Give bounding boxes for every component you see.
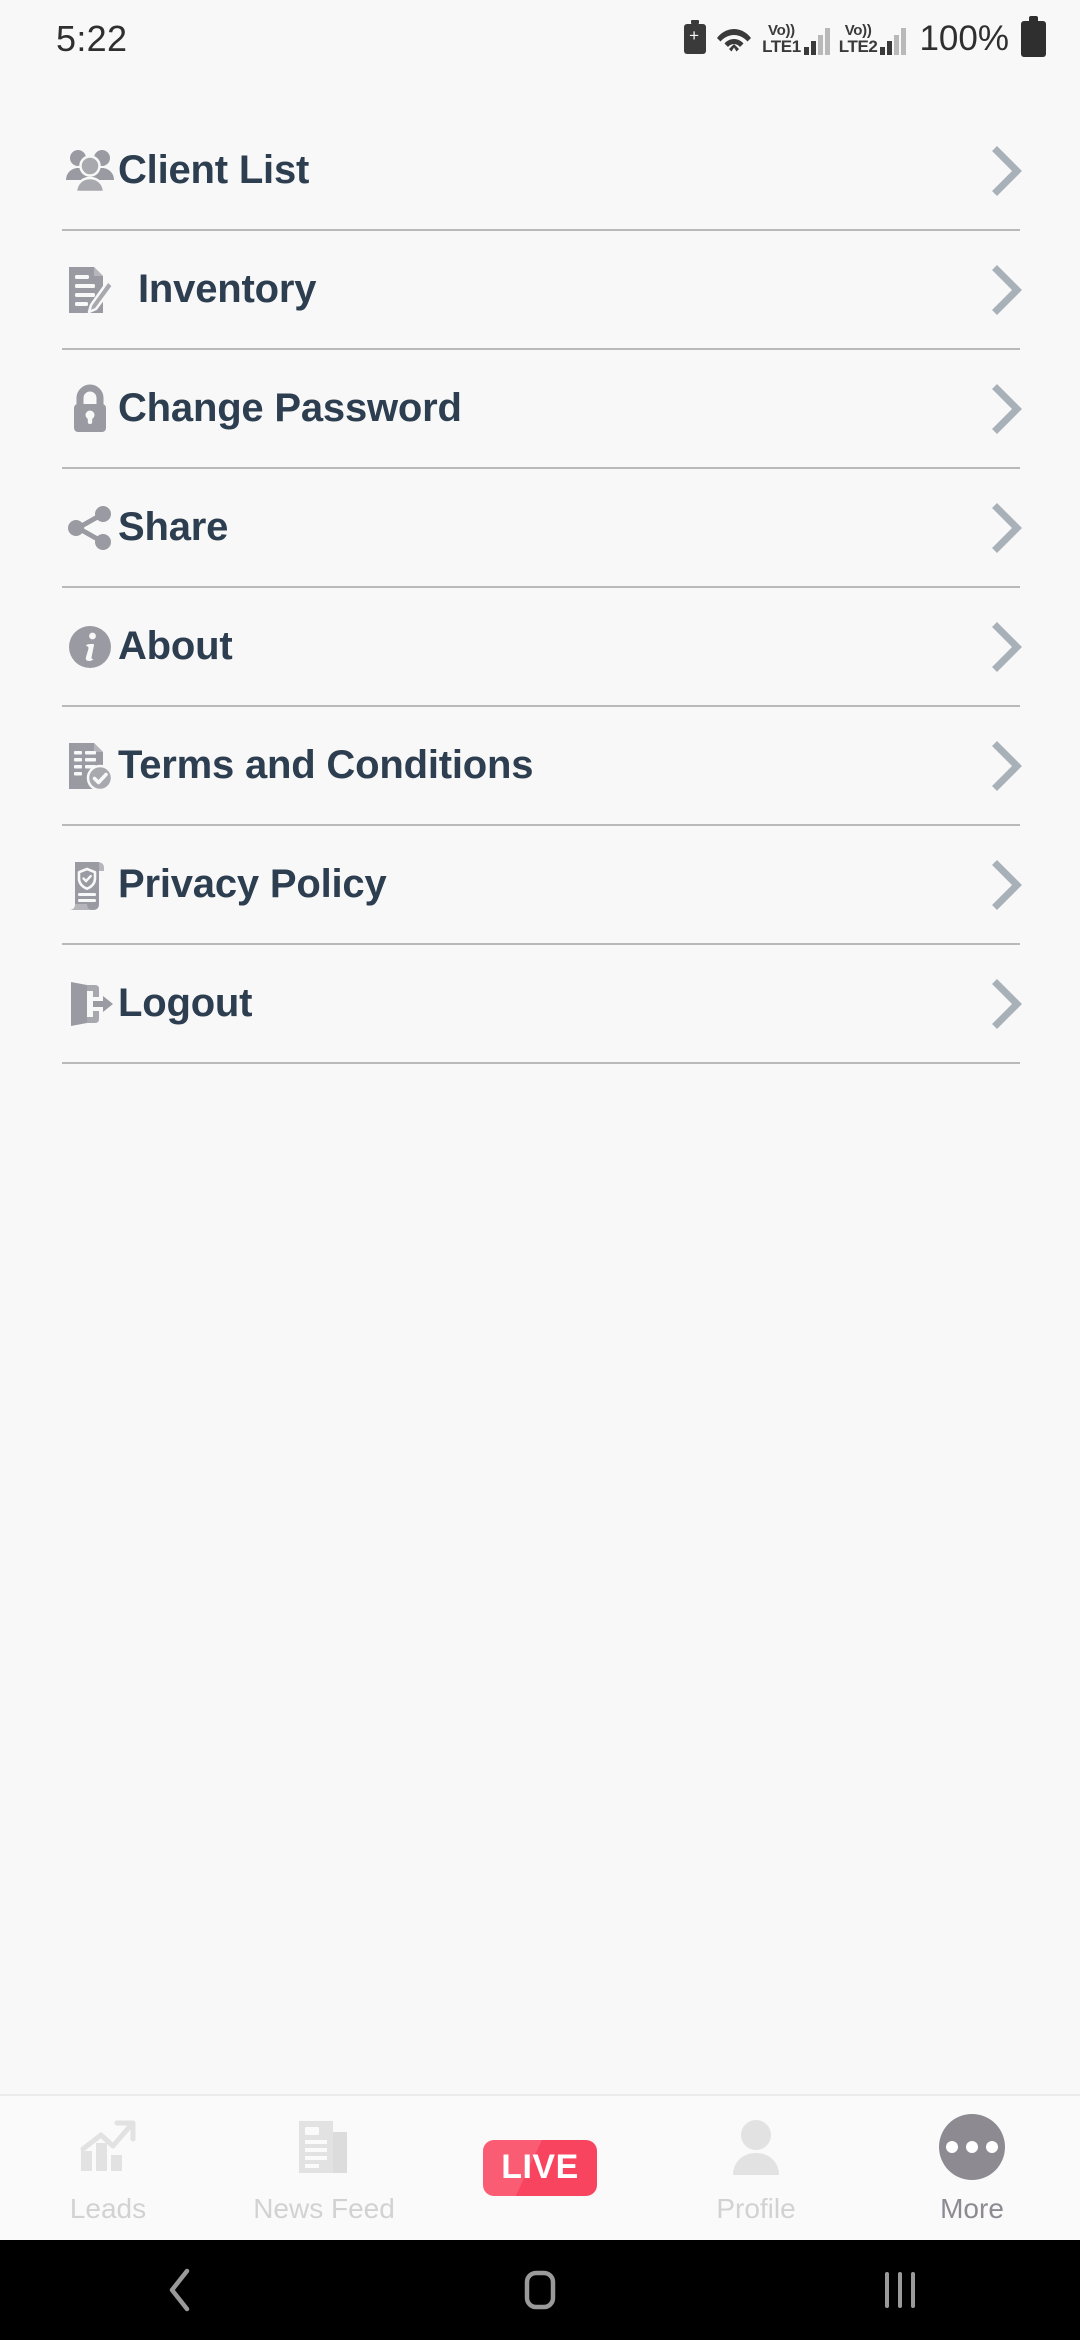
menu-item-label: About	[118, 624, 233, 668]
menu-item-terms-and-conditions[interactable]: Terms and Conditions	[0, 707, 1080, 824]
chevron-right-icon	[980, 145, 1024, 196]
phone-screen: 5:22 Vo)) LTE1 Vo)) LTE2	[0, 0, 1080, 2340]
chevron-right-icon	[980, 502, 1024, 553]
wifi-icon	[715, 23, 753, 55]
tab-label: Leads	[69, 2193, 147, 2224]
menu-item-label: Privacy Policy	[118, 862, 387, 906]
chevron-right-icon	[980, 383, 1024, 434]
chevron-right-icon	[980, 978, 1024, 1029]
menu-item-label: Terms and Conditions	[118, 743, 534, 787]
battery-icon	[1021, 16, 1046, 57]
chevron-right-icon	[980, 859, 1024, 910]
recents-icon[interactable]	[720, 2272, 1080, 2308]
privacy-scroll-icon	[62, 858, 118, 912]
ellipsis-circle-shape	[939, 2114, 1005, 2180]
tab-live[interactable]: LIVE	[432, 2132, 648, 2204]
menu-item-label: Change Password	[118, 386, 462, 430]
ellipsis-circle-icon	[939, 2111, 1005, 2183]
share-nodes-icon	[62, 504, 118, 552]
sim1-bars-icon	[803, 27, 830, 55]
menu-item-share[interactable]: Share	[0, 469, 1080, 586]
tab-news-feed[interactable]: News Feed	[216, 2111, 432, 2225]
menu-item-about[interactable]: About	[0, 588, 1080, 705]
lock-icon	[62, 383, 118, 435]
newspaper-icon	[293, 2111, 355, 2183]
logout-door-icon	[62, 978, 118, 1030]
document-check-icon	[62, 740, 118, 792]
battery-saver-icon	[684, 20, 707, 54]
menu-item-label: Inventory	[138, 267, 317, 311]
chevron-right-icon	[980, 264, 1024, 315]
users-group-icon	[62, 147, 118, 195]
sim2-bars-icon	[880, 27, 907, 55]
sim2-volte-indicator: Vo)) LTE2	[838, 22, 878, 56]
info-circle-icon	[62, 623, 118, 671]
live-badge-icon: LIVE	[483, 2132, 597, 2204]
menu-item-logout[interactable]: Logout	[0, 945, 1080, 1062]
menu-item-label: Share	[118, 505, 229, 549]
menu-item-privacy-policy[interactable]: Privacy Policy	[0, 826, 1080, 943]
tab-label: Profile	[716, 2193, 796, 2224]
settings-menu-list: Client List Inventory Change Password Sh…	[0, 78, 1080, 2094]
battery-percent-label: 100%	[919, 19, 1009, 58]
home-icon[interactable]	[360, 2266, 720, 2314]
sim1-signal-icon: Vo)) LTE1	[762, 23, 830, 55]
tab-profile[interactable]: Profile	[648, 2111, 864, 2225]
tab-leads[interactable]: Leads	[0, 2111, 216, 2225]
recents-bars	[885, 2272, 915, 2308]
menu-item-client-list[interactable]: Client List	[0, 112, 1080, 229]
status-bar-clock: 5:22	[56, 18, 128, 59]
tab-label: News Feed	[253, 2193, 395, 2224]
live-badge-label: LIVE	[483, 2140, 597, 2196]
chevron-right-icon	[980, 740, 1024, 791]
back-icon[interactable]	[0, 2265, 360, 2315]
growth-chart-icon	[77, 2111, 139, 2183]
tab-label: More	[940, 2193, 1004, 2224]
sim1-volte-indicator: Vo)) LTE1	[762, 22, 801, 56]
menu-item-label: Logout	[118, 981, 253, 1025]
document-edit-icon	[62, 264, 118, 316]
person-icon	[728, 2111, 784, 2183]
sim2-signal-icon: Vo)) LTE2	[839, 23, 907, 55]
menu-item-inventory[interactable]: Inventory	[0, 231, 1080, 348]
menu-item-label: Client List	[118, 148, 310, 192]
menu-item-change-password[interactable]: Change Password	[0, 350, 1080, 467]
status-bar: 5:22 Vo)) LTE1 Vo)) LTE2	[0, 0, 1080, 78]
chevron-right-icon	[980, 621, 1024, 672]
tab-more[interactable]: More	[864, 2111, 1080, 2225]
status-bar-icons: Vo)) LTE1 Vo)) LTE2 100%	[684, 16, 1046, 59]
menu-divider	[62, 1062, 1020, 1064]
android-navigation-bar	[0, 2240, 1080, 2340]
bottom-tab-bar: Leads News Feed LIVE Profile More	[0, 2094, 1080, 2240]
